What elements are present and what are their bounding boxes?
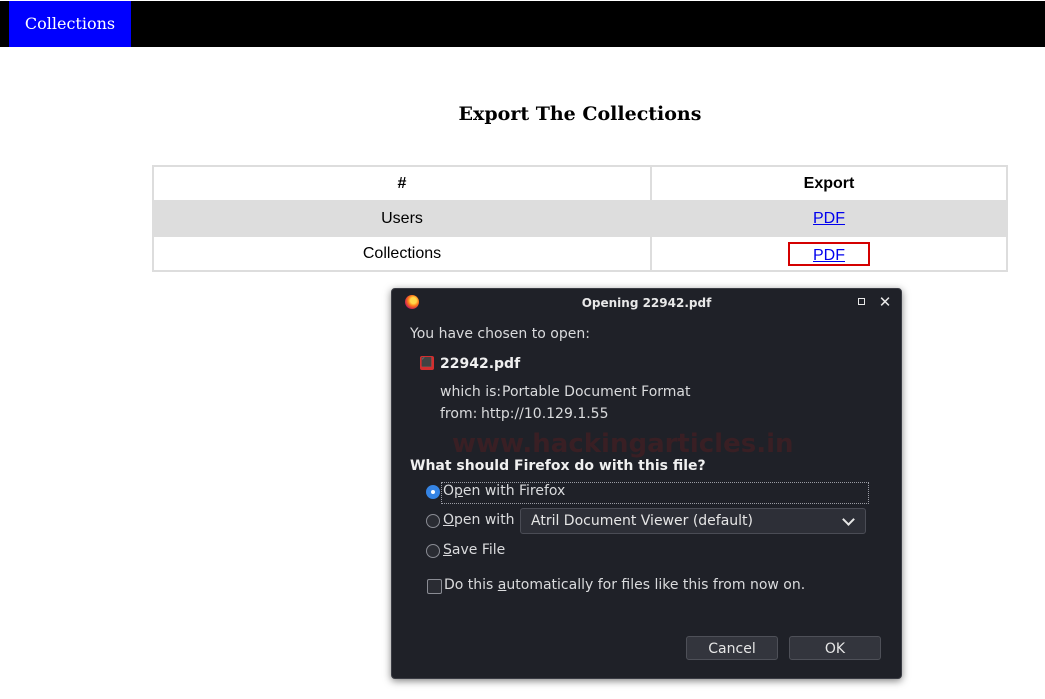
- pdf-file-icon: ⬛: [420, 356, 434, 370]
- row-name-collections: Collections: [152, 235, 652, 272]
- row-name-users: Users: [152, 200, 652, 237]
- save-file-label[interactable]: Save File: [443, 542, 505, 558]
- export-cell: PDF: [650, 200, 1008, 237]
- column-header-export: Export: [650, 165, 1008, 202]
- chevron-down-icon: [842, 513, 855, 526]
- export-cell: PDF: [650, 235, 1008, 272]
- open-file-dialog: Opening 22942.pdf ✕ You have chosen to o…: [391, 288, 902, 679]
- application-select[interactable]: Atril Document Viewer (default): [520, 508, 866, 534]
- save-file-radio[interactable]: [426, 544, 440, 558]
- chosen-text: You have chosen to open:: [410, 326, 590, 342]
- highlight-box: PDF: [788, 241, 870, 266]
- collections-pdf-link[interactable]: PDF: [813, 247, 845, 264]
- open-with-firefox-radio[interactable]: [426, 485, 440, 499]
- close-icon[interactable]: ✕: [878, 293, 892, 311]
- table-row: Collections PDF: [152, 235, 1008, 272]
- table-row: Users PDF: [152, 200, 1008, 237]
- top-navigation-bar: Collections: [0, 1, 1045, 47]
- dialog-title: Opening 22942.pdf: [581, 296, 712, 310]
- auto-action-label[interactable]: Do this automatically for files like thi…: [444, 577, 805, 593]
- open-with-label[interactable]: Open with: [443, 512, 515, 528]
- action-question: What should Firefox do with this file?: [410, 458, 706, 474]
- open-with-radio[interactable]: [426, 514, 440, 528]
- nav-item-collections[interactable]: Collections: [9, 1, 131, 47]
- cancel-button[interactable]: Cancel: [686, 636, 778, 660]
- open-with-firefox-label[interactable]: Open with Firefox: [443, 483, 565, 499]
- file-name: 22942.pdf: [440, 356, 521, 372]
- from-label: from:: [440, 406, 478, 422]
- watermark: www.hackingarticles.in: [452, 429, 794, 459]
- auto-action-checkbox[interactable]: [427, 579, 442, 594]
- application-select-value: Atril Document Viewer (default): [531, 513, 754, 529]
- source-url: http://10.129.1.55: [481, 406, 609, 422]
- ok-button[interactable]: OK: [789, 636, 881, 660]
- file-type-value: Portable Document Format: [502, 384, 691, 400]
- table-header-row: # Export: [152, 165, 1008, 202]
- column-header-number: #: [152, 165, 652, 202]
- export-table: # Export Users PDF Collections PDF: [152, 165, 1008, 272]
- maximize-icon[interactable]: [858, 298, 865, 305]
- which-is-label: which is:: [440, 384, 502, 400]
- users-pdf-link[interactable]: PDF: [813, 210, 845, 227]
- page-title: Export The Collections: [458, 103, 702, 125]
